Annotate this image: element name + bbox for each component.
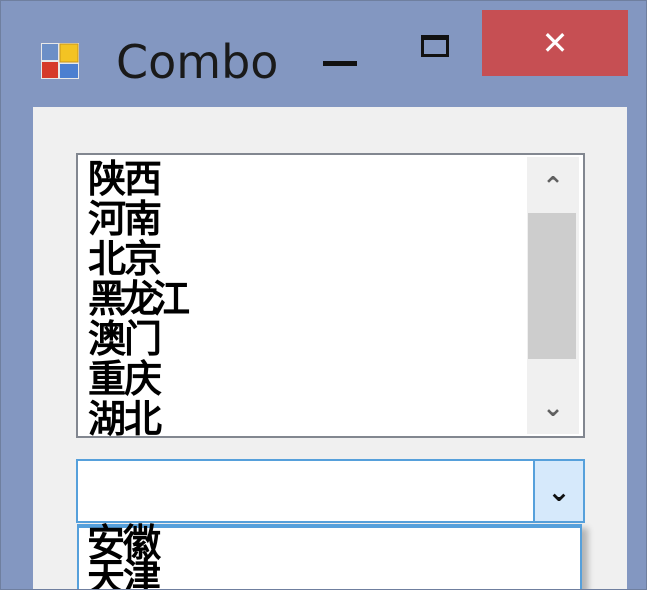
chevron-down-icon: ⌄ — [547, 475, 571, 508]
close-icon: ✕ — [541, 24, 569, 62]
list-item[interactable]: 黑龙江 — [88, 279, 518, 319]
title-bar[interactable]: Combo ✕ — [1, 1, 646, 106]
maximize-button[interactable] — [407, 15, 467, 75]
list-item[interactable]: 北京 — [88, 239, 518, 279]
combo-dropdown-list[interactable]: 安徽 天津 — [77, 524, 582, 589]
maximize-icon — [421, 35, 449, 57]
chevron-down-icon: ⌄ — [542, 393, 564, 423]
listbox-items: 陕西 河南 北京 黑龙江 澳门 重庆 湖北 — [88, 159, 518, 439]
close-button[interactable]: ✕ — [482, 10, 628, 76]
list-item[interactable]: 陕西 — [88, 159, 518, 199]
chevron-up-icon: ⌃ — [542, 172, 564, 202]
scroll-up-button[interactable]: ⌃ — [527, 157, 579, 213]
app-icon — [41, 43, 79, 79]
combo-dropdown-button[interactable]: ⌄ — [533, 461, 583, 521]
window-title: Combo — [116, 35, 279, 89]
scroll-down-button[interactable]: ⌄ — [527, 379, 579, 434]
window: Combo ✕ 陕西 河南 北京 黑龙江 澳门 重庆 湖北 ⌃ ⌄ ⌄ 安徽 天… — [0, 0, 647, 590]
list-item[interactable]: 河南 — [88, 199, 518, 239]
list-item[interactable]: 重庆 — [88, 359, 518, 399]
list-item[interactable]: 湖北 — [88, 399, 518, 439]
combo-input[interactable] — [84, 467, 518, 517]
client-area: 陕西 河南 北京 黑龙江 澳门 重庆 湖北 ⌃ ⌄ ⌄ — [33, 107, 627, 589]
dropdown-item[interactable]: 天津 — [87, 558, 161, 589]
scrollbar-thumb[interactable] — [528, 213, 576, 359]
list-item[interactable]: 澳门 — [88, 319, 518, 359]
province-listbox[interactable]: 陕西 河南 北京 黑龙江 澳门 重庆 湖北 ⌃ ⌄ — [76, 153, 585, 439]
combo-box[interactable]: ⌄ — [76, 459, 585, 523]
listbox-scrollbar[interactable]: ⌃ ⌄ — [527, 157, 579, 434]
dropdown-items: 安徽 天津 — [87, 524, 161, 589]
minimize-button[interactable] — [315, 15, 371, 75]
